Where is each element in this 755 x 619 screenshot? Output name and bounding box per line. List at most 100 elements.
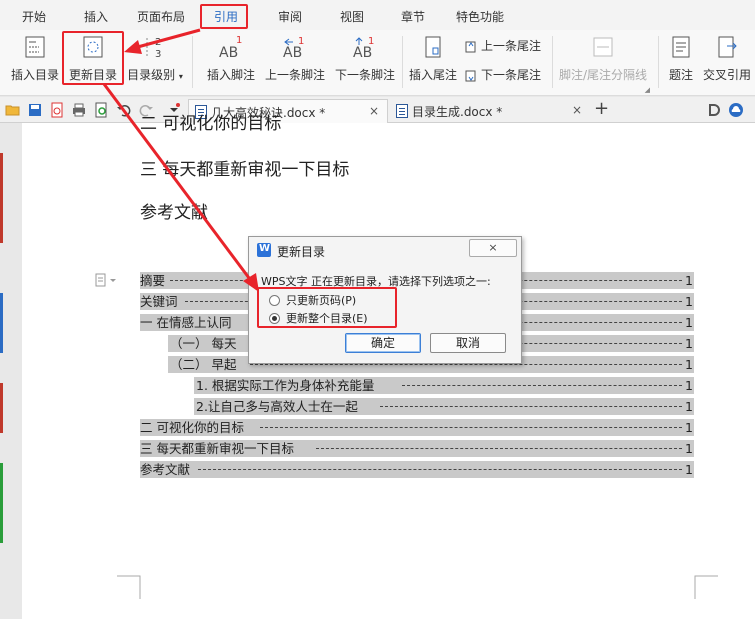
prev-footnote-button[interactable]: 1 AB 上一条脚注 [262,34,328,90]
menu-tab-review[interactable]: 审阅 [278,8,302,25]
toc-level-button[interactable]: 2 3 目录级别 ▾ [124,34,186,90]
next-endnote-icon [465,70,476,81]
toc-entry-page: 1 [685,378,693,393]
toc-entry-text: （一） 每天 [170,335,239,352]
next-endnote-button[interactable]: 下一条尾注 [464,66,541,84]
toc-entry[interactable]: 1. 根据实际工作为身体补充能量 1 [140,377,694,394]
cross-ref-icon [718,36,737,58]
toc-entry[interactable]: 参考文献 1 [140,461,694,478]
toc-entry-page: 1 [685,462,693,477]
close-tab-icon[interactable]: × [572,103,582,117]
toc-entry-text: 二 可视化你的目标 [140,419,246,436]
heading-partial-text: 二 可视化你的目标 [140,114,282,133]
caption-button[interactable]: 题注 [664,34,698,90]
toc-entry-text: 摘要 [140,272,168,289]
toc-entry-text: 2.让自己多与高效人士在一起 [196,398,360,415]
toc-field-icon[interactable] [95,273,119,287]
save-icon[interactable] [27,102,43,118]
toc-entry-text: 三 每天都重新审视一下目标 [140,440,296,457]
note-separator-label: 脚注/尾注分隔线 [558,68,648,82]
svg-text:AB: AB [219,45,238,60]
toc-entry-text: 关键词 [140,293,180,310]
document-tab-bar: 几大高效秘诀.docx * × 目录生成.docx * × + [0,97,755,123]
menu-tab-home[interactable]: 开始 [22,8,46,25]
toc-entry-page: 1 [685,336,693,351]
dropdown-arrow-icon: ▾ [178,72,183,81]
toc-entry-page: 1 [685,357,693,372]
insert-footnote-button[interactable]: 1 AB 插入脚注 [202,34,260,90]
toc-entry-text: 一 在情感上认同 [140,314,234,331]
update-toc-highlight [62,31,124,85]
wps-d-icon[interactable] [706,102,722,118]
close-icon: × [488,241,498,254]
insert-footnote-icon: 1 AB [219,35,242,60]
ribbon-separator [658,36,659,88]
toc-entry-page: 1 [685,315,693,330]
caption-icon [672,36,690,58]
wps-logo-icon [257,243,271,257]
toc-level-icon: 2 3 [146,37,161,60]
toc-entry-page: 1 [685,441,693,456]
close-tab-icon[interactable]: × [369,104,379,118]
document-page[interactable]: 二 可视化你的目标 三 每天都重新审视一下目标 参考文献 摘要 1 关键词 1 一 … [22,114,755,619]
insert-toc-label: 插入目录 [10,68,59,82]
open-folder-icon[interactable] [5,102,21,118]
note-separator-button[interactable]: 脚注/尾注分隔线 ◢ [556,34,650,94]
dialog-title-bar: 更新目录 × [249,237,521,261]
menu-tab-view[interactable]: 视图 [340,8,364,25]
page-margin-corner [694,575,718,599]
prev-endnote-label: 上一条尾注 [481,39,542,53]
cancel-button[interactable]: 取消 [430,333,506,353]
word-doc-icon [396,104,408,118]
cross-ref-button[interactable]: 交叉引用 [702,34,752,90]
ok-button[interactable]: 确定 [345,333,421,353]
prev-footnote-label: 上一条脚注 [264,68,325,82]
insert-footnote-label: 插入脚注 [206,68,255,82]
toc-entry[interactable]: 2.让自己多与高效人士在一起 1 [140,398,694,415]
toc-entry[interactable]: 三 每天都重新审视一下目标 1 [140,440,694,457]
export-pdf-icon[interactable] [49,102,65,118]
toc-entry-page: 1 [685,294,693,309]
next-footnote-icon: 1 AB [353,36,374,60]
cloud-icon[interactable] [728,102,744,118]
revision-marker [0,153,3,243]
dialog-launcher-icon[interactable]: ◢ [645,86,650,94]
tab-doc-toc-label: 目录生成.docx * [412,105,503,119]
page-margin-corner [117,575,141,599]
prev-footnote-icon: 1 AB [283,36,304,60]
insert-toc-button[interactable]: 插入目录 [8,34,62,90]
caption-label: 题注 [668,68,693,82]
menu-tab-insert[interactable]: 插入 [84,8,108,25]
ribbon-separator [402,36,403,88]
dialog-close-button[interactable]: × [469,239,517,257]
toc-entry[interactable]: 二 可视化你的目标 1 [140,419,694,436]
ribbon-separator [552,36,553,88]
print-preview-icon[interactable] [93,102,109,118]
undo-icon[interactable] [116,102,132,118]
insert-endnote-button[interactable]: 插入尾注 [406,34,460,90]
insert-endnote-label: 插入尾注 [408,68,457,82]
svg-text:AB: AB [353,45,372,60]
toc-entry-text: 参考文献 [140,461,193,478]
print-icon[interactable] [71,102,87,118]
left-gutter [0,123,22,619]
heading-review-goals: 三 每天都重新审视一下目标 [140,160,350,180]
tab-doc-toc[interactable]: 目录生成.docx * × [390,99,590,123]
menu-tab-section[interactable]: 章节 [401,8,425,25]
note-separator-icon [593,37,613,57]
menu-tab-features[interactable]: 特色功能 [456,8,504,25]
toc-level-text: 目录级别 [127,68,176,82]
toc-entry-text: （二） 早起 [170,356,239,373]
prev-endnote-icon [465,41,476,52]
next-footnote-button[interactable]: 1 AB 下一条脚注 [332,34,398,90]
insert-endnote-icon [425,36,441,58]
toc-level-label: 目录级别 ▾ [124,66,186,83]
prev-endnote-button[interactable]: 上一条尾注 [464,37,541,55]
references-tab-highlight [200,4,248,29]
svg-text:3: 3 [155,49,161,60]
heading-references: 参考文献 [140,203,208,223]
new-tab-icon[interactable]: + [594,98,609,119]
ribbon-separator [192,36,193,88]
menu-bar: 开始 插入 页面布局 引用 审阅 视图 章节 特色功能 [0,0,755,30]
menu-tab-page-layout[interactable]: 页面布局 [137,8,185,25]
